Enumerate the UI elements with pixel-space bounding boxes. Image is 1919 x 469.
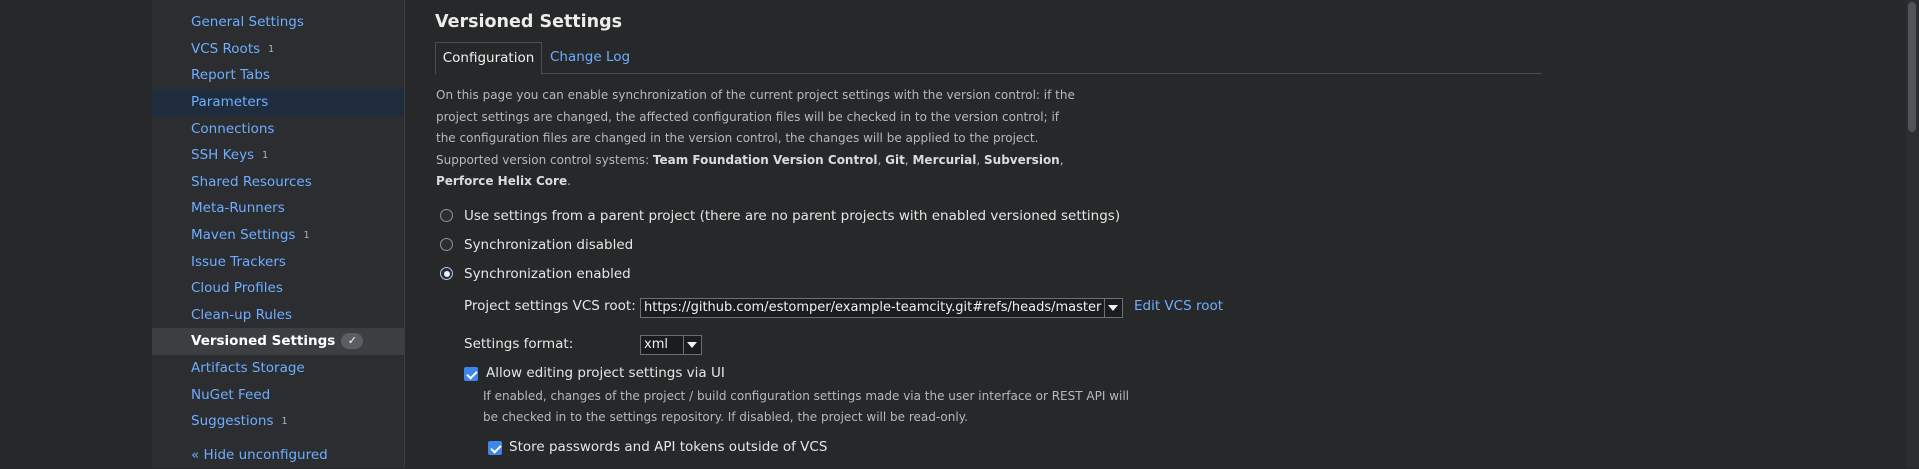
vcs-root-value: https://github.com/estomper/example-team… — [644, 300, 1102, 315]
sidebar-item-clean-up-rules[interactable]: Clean-up Rules — [152, 302, 404, 329]
vcs-system: Perforce Helix Core — [436, 174, 568, 188]
sidebar-item-shared-resources[interactable]: Shared Resources — [152, 169, 404, 196]
tab-divider — [542, 73, 1542, 74]
sidebar-item-label: Cloud Profiles — [191, 280, 283, 296]
sidebar-item-general-settings[interactable]: General Settings — [152, 9, 404, 36]
separator: , — [976, 152, 985, 167]
sidebar-item-cloud-profiles[interactable]: Cloud Profiles — [152, 275, 404, 302]
count-badge: 1 — [281, 416, 288, 427]
sidebar-item-label: Connections — [191, 121, 275, 137]
vcs-system: Team Foundation Version Control — [652, 152, 878, 167]
sidebar-item-label: Artifacts Storage — [191, 360, 305, 376]
sidebar-item-connections[interactable]: Connections — [152, 116, 404, 143]
separator: . — [567, 174, 571, 188]
hide-unconfigured-link[interactable]: « Hide unconfigured — [152, 442, 404, 469]
settings-format-select[interactable]: xml — [640, 335, 702, 355]
check-badge-icon: ✓ — [341, 333, 364, 349]
store-passwords-checkbox[interactable] — [488, 441, 502, 455]
sidebar-item-label: Shared Resources — [191, 174, 312, 190]
vcs-root-label: Project settings VCS root: — [464, 298, 636, 314]
radio-label: Synchronization disabled — [464, 237, 634, 253]
sidebar-item-issue-trackers[interactable]: Issue Trackers — [152, 249, 404, 276]
sidebar-item-label: Report Tabs — [191, 67, 270, 83]
sidebar-item-versioned-settings[interactable]: Versioned Settings ✓ — [152, 328, 404, 355]
chevron-down-icon[interactable] — [1104, 299, 1122, 317]
sidebar-item-maven-settings[interactable]: Maven Settings 1 — [152, 222, 404, 249]
supported-prefix: Supported version control systems: — [436, 152, 653, 167]
separator: , — [877, 152, 886, 167]
sidebar-item-label: VCS Roots — [191, 41, 261, 57]
sidebar-item-label: General Settings — [191, 14, 304, 30]
sidebar-item-label: Maven Settings — [191, 227, 296, 243]
settings-format-label: Settings format: — [464, 336, 574, 352]
sidebar-item-label: Issue Trackers — [191, 254, 286, 270]
settings-format-value: xml — [644, 337, 668, 352]
description-text: On this page you can enable synchronizat… — [436, 88, 1075, 145]
sidebar-item-label: Versioned Settings — [191, 333, 336, 349]
sidebar: General Settings VCS Roots 1 Report Tabs … — [152, 0, 405, 468]
chevron-down-icon[interactable] — [683, 336, 701, 354]
edit-vcs-root-link[interactable]: Edit VCS root — [1134, 298, 1223, 314]
sidebar-item-vcs-roots[interactable]: VCS Roots 1 — [152, 36, 404, 63]
count-badge: 1 — [268, 44, 275, 55]
allow-editing-label: Allow editing project settings via UI — [486, 365, 725, 381]
sidebar-item-report-tabs[interactable]: Report Tabs — [152, 62, 404, 89]
count-badge: 1 — [303, 230, 310, 241]
sidebar-item-label: NuGet Feed — [191, 387, 271, 403]
description: On this page you can enable synchronizat… — [436, 85, 1076, 193]
separator: , — [1059, 152, 1064, 167]
sidebar-item-label: SSH Keys — [191, 147, 255, 163]
scrollbar-thumb[interactable] — [1908, 2, 1916, 132]
sidebar-item-ssh-keys[interactable]: SSH Keys 1 — [152, 142, 404, 169]
page-title: Versioned Settings — [435, 12, 623, 32]
sidebar-item-nuget-feed[interactable]: NuGet Feed — [152, 382, 404, 409]
sidebar-item-label: Clean-up Rules — [191, 307, 293, 323]
vcs-system: Mercurial — [912, 152, 977, 167]
sidebar-item-suggestions[interactable]: Suggestions 1 — [152, 408, 404, 435]
radio-button[interactable] — [440, 209, 453, 222]
radio-button[interactable] — [440, 238, 453, 251]
radio-button-selected[interactable] — [440, 267, 453, 280]
sidebar-item-label: Parameters — [191, 94, 269, 110]
tab-configuration[interactable]: Configuration — [435, 42, 542, 74]
allow-editing-checkbox[interactable] — [464, 367, 478, 381]
radio-label: Synchronization enabled — [464, 266, 631, 282]
count-badge: 1 — [262, 150, 269, 161]
sidebar-item-parameters[interactable]: Parameters — [152, 89, 404, 116]
tab-change-log[interactable]: Change Log — [550, 42, 630, 74]
vcs-system: Subversion — [984, 152, 1060, 167]
sidebar-item-label: Meta-Runners — [191, 200, 285, 216]
store-passwords-label: Store passwords and API tokens outside o… — [509, 439, 828, 455]
sidebar-item-label: Suggestions — [191, 413, 274, 429]
sidebar-item-artifacts-storage[interactable]: Artifacts Storage — [152, 355, 404, 382]
allow-editing-hint: If enabled, changes of the project / bui… — [483, 389, 1130, 424]
vcs-root-select[interactable]: https://github.com/estomper/example-team… — [640, 298, 1123, 318]
vcs-system: Git — [885, 152, 905, 167]
scrollbar[interactable] — [1906, 0, 1919, 468]
radio-label: Use settings from a parent project (ther… — [464, 208, 1121, 224]
sidebar-item-meta-runners[interactable]: Meta-Runners — [152, 195, 404, 222]
